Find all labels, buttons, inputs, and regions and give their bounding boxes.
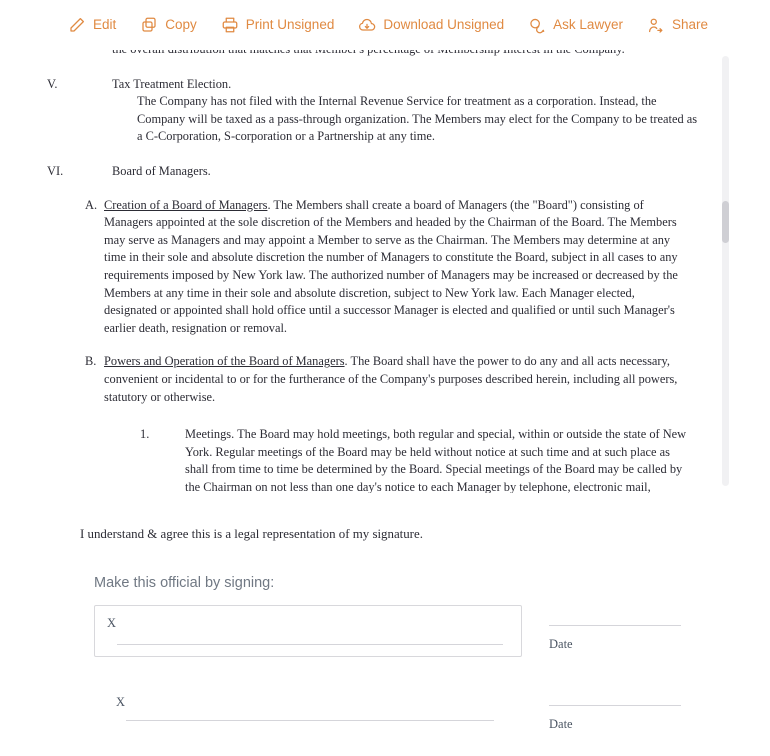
signing-heading: Make this official by signing: (94, 575, 275, 591)
date-field-primary[interactable]: Date (549, 605, 681, 652)
list-item-number: 1. (140, 427, 150, 442)
subsection-letter: B. (85, 354, 97, 369)
date-label: Date (549, 717, 573, 731)
signature-line (117, 644, 503, 645)
list-item-text: Meetings. The Board may hold meetings, b… (185, 427, 687, 493)
document-scroll-panel[interactable]: the overall distribution that matches th… (40, 50, 730, 493)
section-numeral: VI. (47, 163, 64, 178)
copy-icon (140, 16, 158, 34)
date-field-secondary[interactable]: Date (549, 685, 681, 732)
copy-button[interactable]: Copy (128, 12, 209, 38)
signature-x-marker: X (107, 616, 117, 630)
document-subsection-b: B. Powers and Operation of the Board of … (85, 353, 712, 406)
signature-agreement-statement: I understand & agree this is a legal rep… (80, 527, 423, 541)
print-unsigned-button[interactable]: Print Unsigned (209, 12, 347, 38)
date-line (549, 625, 681, 626)
document-scrollbar-thumb[interactable] (722, 201, 729, 243)
signature-x-marker: X (116, 695, 126, 709)
date-line (549, 705, 681, 706)
download-unsigned-button[interactable]: Download Unsigned (346, 12, 516, 38)
signature-row: X Date (94, 605, 681, 657)
document-action-toolbar: Edit Copy Print Unsigned Download Unsign… (0, 0, 770, 50)
signature-input-secondary[interactable]: X (94, 685, 522, 737)
section-title: Board of Managers. (112, 163, 211, 178)
share-button[interactable]: Share (635, 12, 720, 38)
document-subsection-a: A. Creation of a Board of Managers. The … (85, 197, 712, 338)
section-numeral: V. (47, 76, 58, 91)
document-clipped-line: the overall distribution that matches th… (112, 50, 712, 59)
signature-row: X Date (94, 685, 681, 737)
signature-input-primary[interactable]: X (94, 605, 522, 657)
document-list-item-meetings: 1. Meetings. The Board may hold meetings… (140, 426, 712, 493)
copy-button-label: Copy (165, 17, 197, 33)
print-unsigned-label: Print Unsigned (245, 17, 335, 33)
printer-icon (221, 16, 239, 34)
download-unsigned-label: Download Unsigned (383, 17, 505, 33)
share-button-label: Share (671, 17, 708, 33)
document-content: the overall distribution that matches th… (40, 50, 730, 493)
cloud-download-icon (358, 16, 376, 34)
subsection-heading: Powers and Operation of the Board of Man… (104, 354, 345, 369)
edit-button-label: Edit (93, 17, 117, 33)
signature-line (126, 720, 494, 721)
document-scrollbar-track[interactable] (722, 56, 729, 486)
chat-bubble-icon (528, 16, 546, 34)
date-label: Date (549, 637, 573, 651)
ask-lawyer-button[interactable]: Ask Lawyer (516, 12, 635, 38)
subsection-heading: Creation of a Board of Managers (104, 197, 268, 212)
section-paragraph: The Company has not filed with the Inter… (137, 94, 698, 144)
signing-block: Make this official by signing: X Date X … (94, 575, 681, 737)
pencil-icon (68, 16, 86, 34)
section-title: Tax Treatment Election. (112, 76, 232, 91)
person-share-icon (647, 16, 665, 34)
edit-button[interactable]: Edit (56, 12, 128, 38)
document-section-v: V. Tax Treatment Election. The Company h… (40, 76, 712, 146)
subsection-letter: A. (85, 197, 98, 212)
document-section-vi: VI. Board of Managers. (40, 163, 712, 181)
subsection-body: . The Members shall create a board of Ma… (104, 197, 678, 335)
ask-lawyer-label: Ask Lawyer (553, 17, 623, 33)
